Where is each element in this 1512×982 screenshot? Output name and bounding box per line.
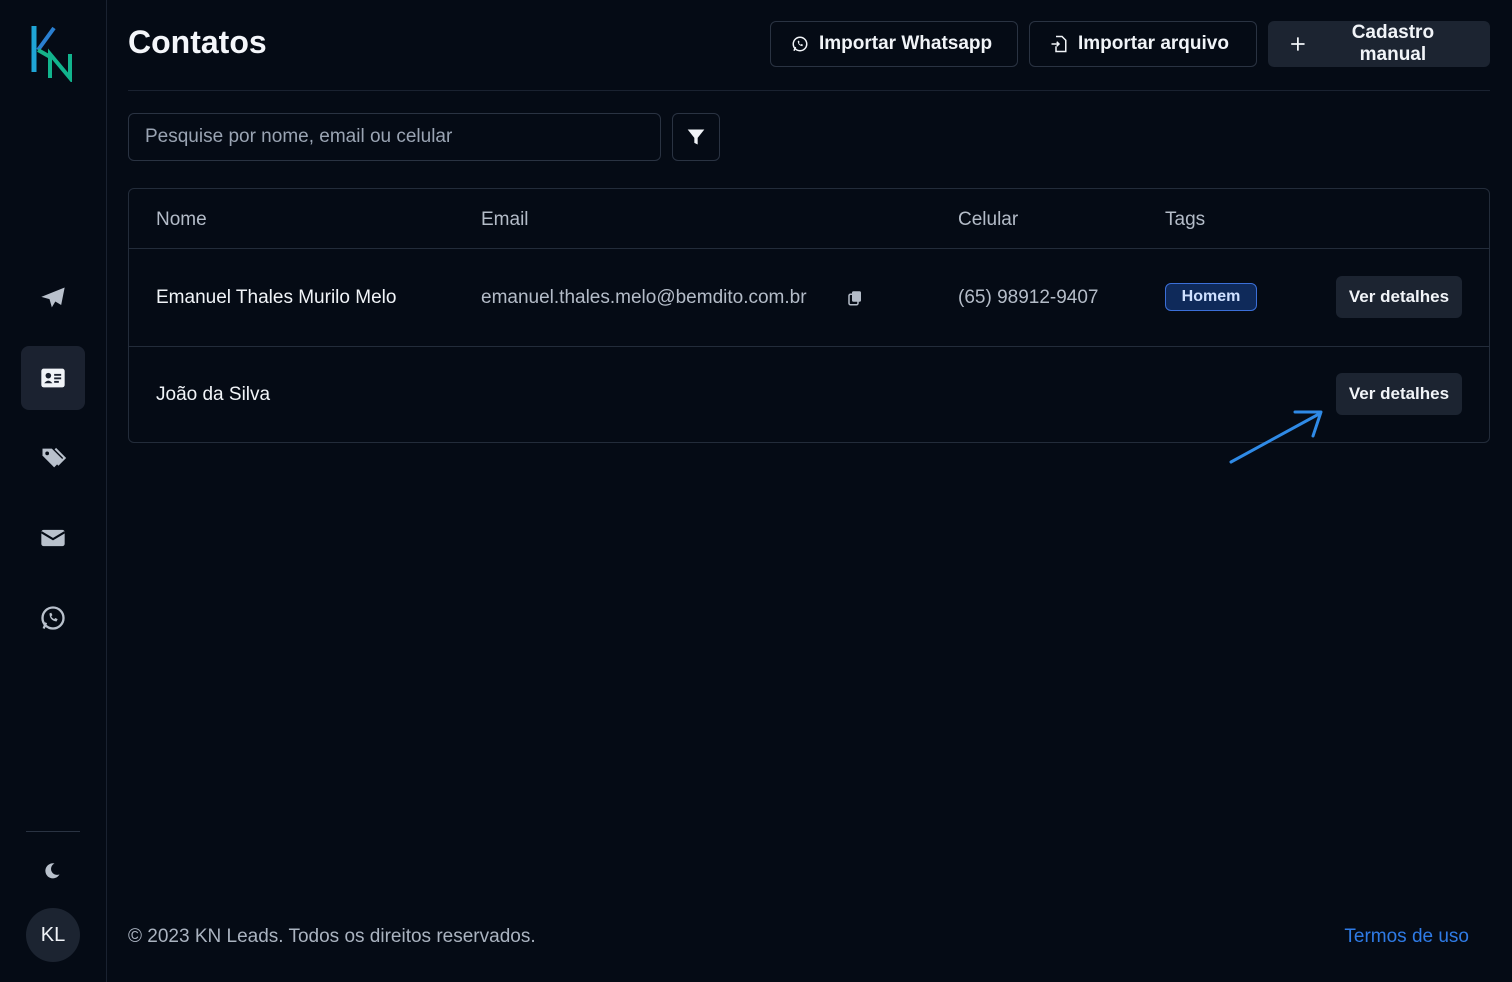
avatar-initials: KL (40, 923, 66, 946)
paper-plane-icon (41, 287, 65, 308)
contact-name: Emanuel Thales Murilo Melo (156, 287, 397, 308)
view-details-button[interactable]: Ver detalhes (1336, 276, 1462, 318)
manual-register-button[interactable]: Cadastro manual (1268, 21, 1490, 67)
tags-icon (42, 447, 67, 468)
import-file-label: Importar arquivo (1078, 33, 1229, 54)
copy-icon[interactable] (846, 289, 864, 307)
terms-of-use-link[interactable]: Termos de uso (1344, 926, 1469, 948)
moon-icon (45, 863, 60, 879)
import-whatsapp-button[interactable]: Importar Whatsapp (770, 21, 1018, 67)
filter-button[interactable] (672, 113, 720, 161)
whatsapp-icon (792, 36, 808, 52)
page-title: Contatos (128, 24, 267, 60)
column-header-name: Nome (156, 209, 207, 230)
view-details-button[interactable]: Ver detalhes (1336, 373, 1462, 415)
import-file-button[interactable]: Importar arquivo (1029, 21, 1257, 67)
table-divider (129, 248, 1489, 249)
plus-icon (1291, 37, 1305, 51)
column-header-tags: Tags (1165, 209, 1206, 230)
contact-card-icon (41, 368, 65, 388)
footer-copyright: © 2023 KN Leads. Todos os direitos reser… (128, 926, 536, 947)
kn-logo[interactable] (30, 22, 76, 84)
sidebar-item-tags[interactable] (21, 426, 85, 490)
sidebar-item-whatsapp[interactable] (21, 586, 85, 650)
filter-icon (687, 129, 705, 145)
sidebar: KL (0, 0, 107, 982)
annotation-arrow-icon (1229, 410, 1323, 464)
avatar[interactable]: KL (26, 908, 80, 962)
theme-toggle-button[interactable] (36, 855, 68, 887)
sidebar-divider (26, 831, 80, 832)
contact-phone: (65) 98912-9407 (958, 287, 1099, 308)
contact-email: emanuel.thales.melo@bemdito.com.br (481, 287, 807, 308)
import-whatsapp-label: Importar Whatsapp (819, 33, 993, 54)
file-import-icon (1051, 35, 1067, 53)
column-header-phone: Celular (958, 209, 1019, 230)
contact-name: João da Silva (156, 384, 271, 405)
column-header-email: Email (481, 209, 529, 230)
tag-badge: Homem (1165, 283, 1257, 311)
header-divider (128, 90, 1490, 91)
sidebar-item-contacts[interactable] (21, 346, 85, 410)
envelope-icon (40, 529, 66, 547)
table-divider (129, 346, 1489, 347)
search-input[interactable] (128, 113, 661, 161)
sidebar-item-email[interactable] (21, 506, 85, 570)
whatsapp-icon (41, 606, 65, 630)
manual-register-label: Cadastro manual (1351, 22, 1435, 65)
sidebar-item-campaigns[interactable] (21, 266, 85, 330)
